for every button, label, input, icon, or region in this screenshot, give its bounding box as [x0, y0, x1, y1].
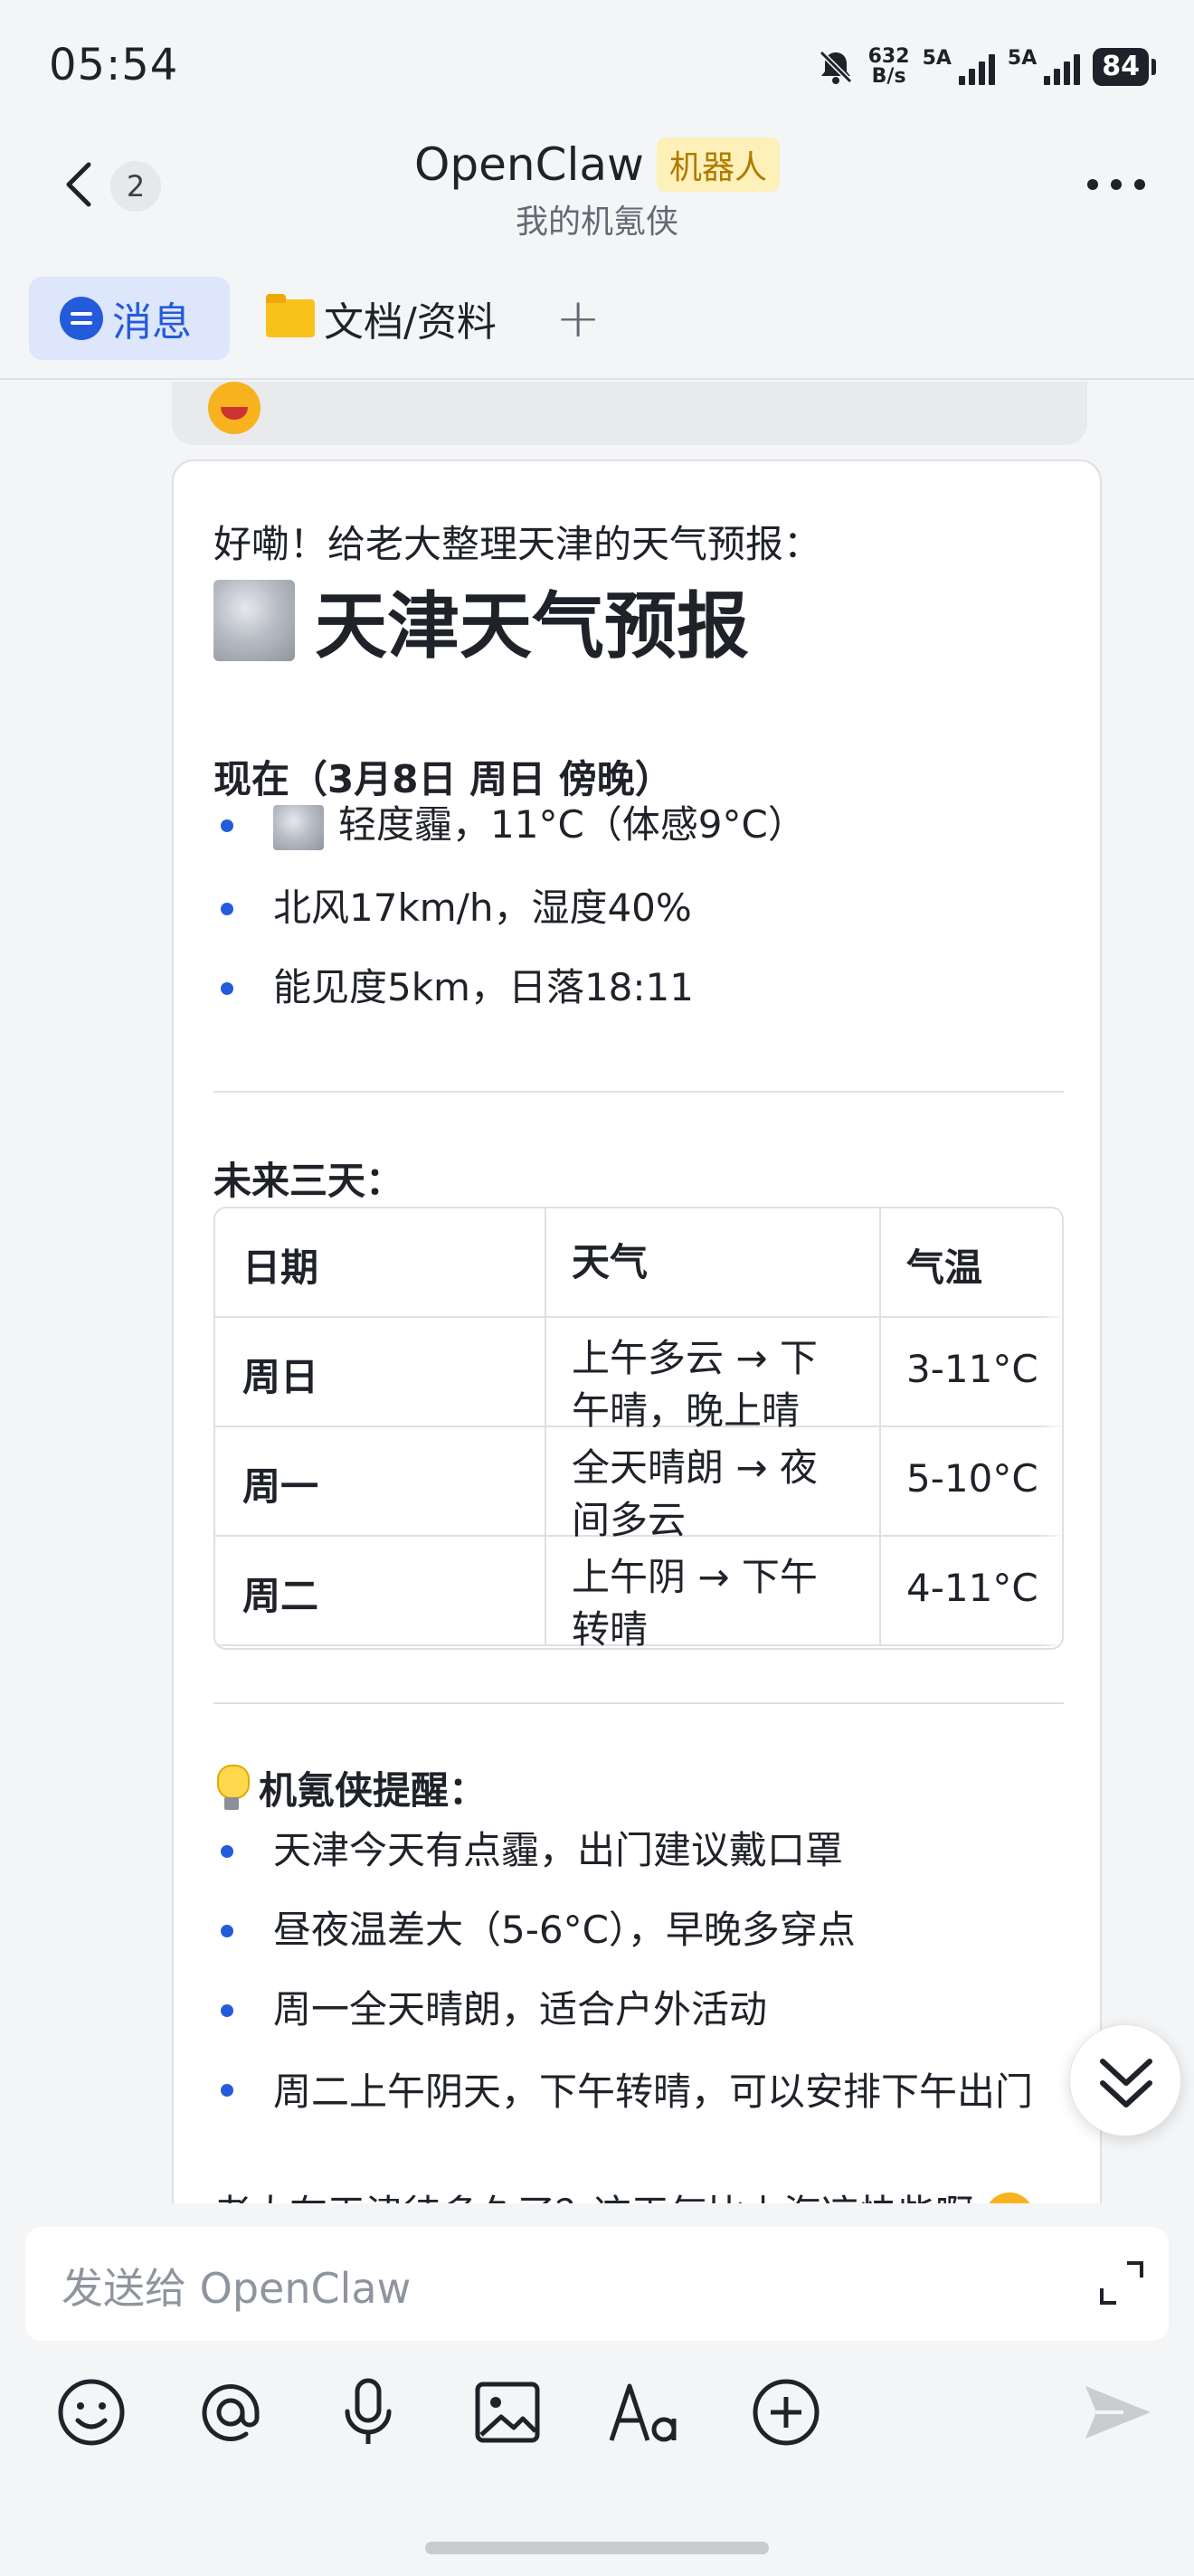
forecast-table[interactable]: 日期 天气 气温 周日 上午多云 → 下午晴，晚上晴 3-11°C 周一 全天晴… — [213, 1207, 1064, 1650]
net-speed: 632 B/s — [867, 45, 910, 88]
add-tab-button[interactable]: + — [555, 277, 601, 360]
message-intro: 好嘞！给老大整理天津的天气预报： — [213, 522, 822, 566]
current-weather-item: 能见度5km，日落18:11 — [213, 962, 1064, 1013]
light-bulb-icon — [213, 1763, 250, 1814]
previous-message-bubble — [172, 382, 1087, 445]
table-cell-weather: 上午阴 → 下午转晴 — [546, 1537, 881, 1646]
message-closing: 老大在天津待多久了？这天气比上海凉快些啊 — [213, 2185, 1064, 2203]
table-cell-weather: 全天晴朗 → 夜间多云 — [546, 1427, 881, 1537]
table-cell-day: 周二 — [215, 1537, 546, 1646]
tip-item: 天津今天有点霾，出门建议戴口罩 — [213, 1825, 1064, 1876]
chat-title: OpenClaw — [414, 138, 644, 191]
status-bar: 05:54 632 B/s 5A 5A 84 — [0, 0, 1194, 136]
table-cell-temp: 4-11°C — [906, 1566, 1038, 1610]
status-icons: 632 B/s 5A 5A 84 — [816, 45, 1156, 88]
grinning-emoji-icon — [985, 2192, 1035, 2203]
microphone-icon[interactable] — [327, 2372, 409, 2453]
table-cell-day: 周日 — [215, 1318, 546, 1427]
divider — [213, 1702, 1064, 1704]
home-indicator[interactable] — [425, 2542, 769, 2554]
message-input[interactable]: 发送给 OpenClaw — [25, 2227, 1169, 2341]
forecast-title: 未来三天： — [213, 1159, 404, 1203]
heading-text: 天津天气预报 — [315, 584, 749, 668]
message-heading: 天津天气预报 — [213, 568, 749, 673]
emoji-icon[interactable] — [51, 2372, 132, 2453]
expand-icon[interactable] — [1094, 2256, 1149, 2310]
table-cell-day: 周一 — [215, 1427, 546, 1537]
tab-messages[interactable]: 消息 — [29, 277, 230, 360]
network-type-2: 5A — [1007, 47, 1038, 70]
plus-circle-icon[interactable] — [745, 2372, 827, 2453]
table-scroll-fade — [1040, 1208, 1062, 1648]
composer: 发送给 OpenClaw — [0, 2203, 1194, 2576]
table-row: 周日 上午多云 → 下午晴，晚上晴 3-11°C — [215, 1318, 1062, 1427]
signal-2-icon — [1044, 49, 1081, 85]
table-header-cell: 天气 — [546, 1208, 881, 1318]
chat-header: 2 OpenClaw 机器人 我的机氪侠 — [0, 136, 1194, 253]
current-weather-item: 北风17km/h，湿度40% — [213, 883, 1064, 933]
tip-item: 周二上午阴天，下午转晴，可以安排下午出门 — [213, 2064, 1064, 2120]
double-chevron-down-icon — [1100, 2059, 1152, 2107]
table-cell-temp: 5-10°C — [906, 1456, 1038, 1501]
composer-toolbar — [0, 2372, 1194, 2471]
current-weather-item: 轻度霾，11°C（体感9°C） — [213, 800, 1064, 850]
bell-muted-icon — [819, 50, 852, 84]
battery-indicator: 84 — [1093, 48, 1156, 86]
message-icon — [60, 297, 103, 340]
scroll-to-bottom-button[interactable] — [1069, 2024, 1181, 2136]
more-options-icon[interactable] — [1087, 179, 1145, 190]
message-list[interactable]: 好嘞！给老大整理天津的天气预报： 天津天气预报 现在（3月8日 周日 傍晚） 轻… — [0, 382, 1194, 2203]
clock: 05:54 — [49, 40, 179, 90]
table-header-row: 日期 天气 气温 — [215, 1208, 1062, 1318]
tip-item: 昼夜温差大（5-6°C），早晚多穿点 — [213, 1905, 1064, 1956]
bot-message-card: 好嘞！给老大整理天津的天气预报： 天津天气预报 现在（3月8日 周日 傍晚） 轻… — [172, 459, 1102, 2203]
table-cell-weather: 上午多云 → 下午晴，晚上晴 — [546, 1318, 881, 1427]
fog-icon — [273, 804, 324, 850]
table-header-cell: 气温 — [906, 1245, 983, 1290]
mention-icon[interactable] — [190, 2372, 271, 2453]
plus-icon: + — [555, 287, 602, 350]
table-row: 周二 上午阴 → 下午转晴 4-11°C — [215, 1537, 1062, 1646]
divider — [213, 1091, 1064, 1093]
send-icon[interactable] — [1076, 2372, 1158, 2453]
tab-documents[interactable]: 文档/资料 — [266, 277, 497, 360]
tip-item: 周一全天晴朗，适合户外活动 — [213, 1984, 1064, 2035]
signal-1-icon — [958, 49, 995, 85]
chat-subtitle: 我的机氪侠 — [515, 204, 678, 241]
folder-icon — [266, 294, 315, 337]
network-type-1: 5A — [922, 47, 952, 70]
tab-label: 消息 — [112, 299, 192, 346]
current-weather-title: 现在（3月8日 周日 傍晚） — [213, 757, 673, 801]
image-icon[interactable] — [467, 2372, 548, 2453]
fog-icon — [213, 580, 295, 661]
tips-title: 机氪侠提醒： — [213, 1760, 487, 1815]
input-placeholder: 发送给 OpenClaw — [62, 2264, 412, 2313]
grinning-emoji-icon — [208, 382, 261, 434]
table-row: 周一 全天晴朗 → 夜间多云 5-10°C — [215, 1427, 1062, 1537]
chat-tabs: 消息 文档/资料 + — [0, 262, 1194, 380]
table-header-cell: 日期 — [215, 1208, 546, 1318]
table-cell-temp: 3-11°C — [906, 1347, 1038, 1391]
tab-label: 文档/资料 — [324, 299, 497, 346]
font-icon[interactable] — [606, 2372, 687, 2453]
header-title-block[interactable]: OpenClaw 机器人 我的机氪侠 — [0, 136, 1194, 242]
bot-badge: 机器人 — [656, 137, 780, 192]
